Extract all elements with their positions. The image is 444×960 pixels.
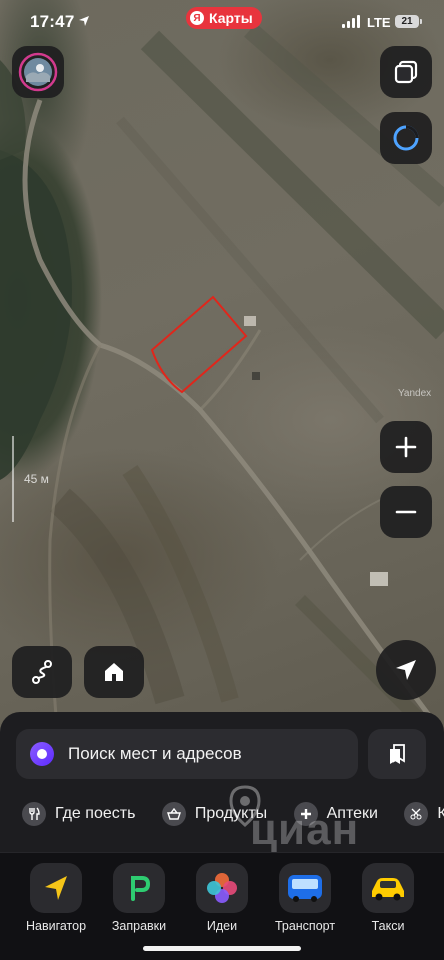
map-provider-watermark: Yandex (398, 388, 432, 399)
chip-label: К (437, 805, 444, 822)
back-to-app-pill[interactable]: Я Карты (186, 7, 262, 29)
basket-icon (161, 802, 186, 826)
scissors-icon (404, 802, 429, 826)
dock-taxi[interactable]: Такси (346, 863, 430, 933)
chip-label: Где поесть (55, 805, 136, 822)
battery-icon: 21 (395, 15, 422, 28)
bookmarks-icon (390, 744, 405, 764)
alice-voice-icon[interactable] (30, 742, 54, 766)
alice-icon (393, 125, 419, 151)
clock: 17:47 (30, 12, 75, 31)
home-indicator[interactable] (143, 946, 301, 951)
search-bar[interactable]: Поиск мест и адресов (16, 729, 358, 779)
network-type: LTE (367, 15, 391, 30)
layers-button[interactable] (380, 46, 432, 98)
map-terrain (0, 23, 444, 760)
navigation-arrow-icon (396, 660, 416, 680)
cellular-signal-icon (342, 15, 360, 28)
chip-food[interactable]: Где поесть (22, 802, 135, 826)
home-icon (105, 663, 123, 681)
cutlery-icon (22, 802, 46, 826)
dock-label: Такси (371, 919, 405, 933)
zoom-out-button[interactable] (380, 486, 432, 538)
layers-icon (394, 60, 418, 84)
dock-label: Заправки (111, 919, 167, 933)
satellite-map[interactable] (0, 0, 444, 760)
route-button[interactable] (12, 646, 72, 698)
bookmarks-button[interactable] (368, 729, 426, 779)
minus-icon (395, 510, 417, 514)
taxi-icon (362, 863, 414, 913)
dock-transport[interactable]: Транспорт (263, 863, 347, 933)
dock-label: Транспорт (274, 919, 336, 933)
dock-fuel[interactable]: Заправки (97, 863, 181, 933)
route-icon (32, 660, 52, 684)
parcel-outline (150, 295, 248, 394)
app-dock: Навигатор Заправки Идеи Транспорт Такси (0, 852, 444, 960)
profile-button[interactable] (12, 46, 64, 98)
alice-assistant-button[interactable] (380, 112, 432, 164)
bottom-sheet: Поиск мест и адресов Где поесть Продукты… (0, 712, 444, 852)
plus-icon (395, 436, 417, 458)
dock-label: Навигатор (25, 919, 87, 933)
cian-watermark-brand: циан (250, 805, 360, 854)
map-scale-bar (12, 436, 15, 522)
bus-icon (279, 863, 331, 913)
status-bar: 17:47 Я Карты LTE 21 (0, 0, 444, 46)
search-input[interactable]: Поиск мест и адресов (68, 744, 242, 764)
location-arrow-icon (79, 16, 89, 26)
yandex-logo-icon: Я (190, 11, 204, 25)
ideas-icon (196, 863, 248, 913)
dock-ideas[interactable]: Идеи (180, 863, 264, 933)
navigator-icon (30, 863, 82, 913)
app-pill-label: Карты (209, 10, 253, 26)
dock-label: Идеи (206, 919, 238, 933)
zoom-in-button[interactable] (380, 421, 432, 473)
home-button[interactable] (84, 646, 144, 698)
dock-navigator[interactable]: Навигатор (14, 863, 98, 933)
locate-me-button[interactable] (376, 640, 436, 700)
avatar-icon (18, 52, 58, 92)
map-scale-label: 45 м (24, 472, 49, 486)
chip-more[interactable]: К (404, 802, 444, 826)
fuel-icon (113, 863, 165, 913)
category-chips: Где поесть Продукты Аптеки К (22, 802, 444, 828)
